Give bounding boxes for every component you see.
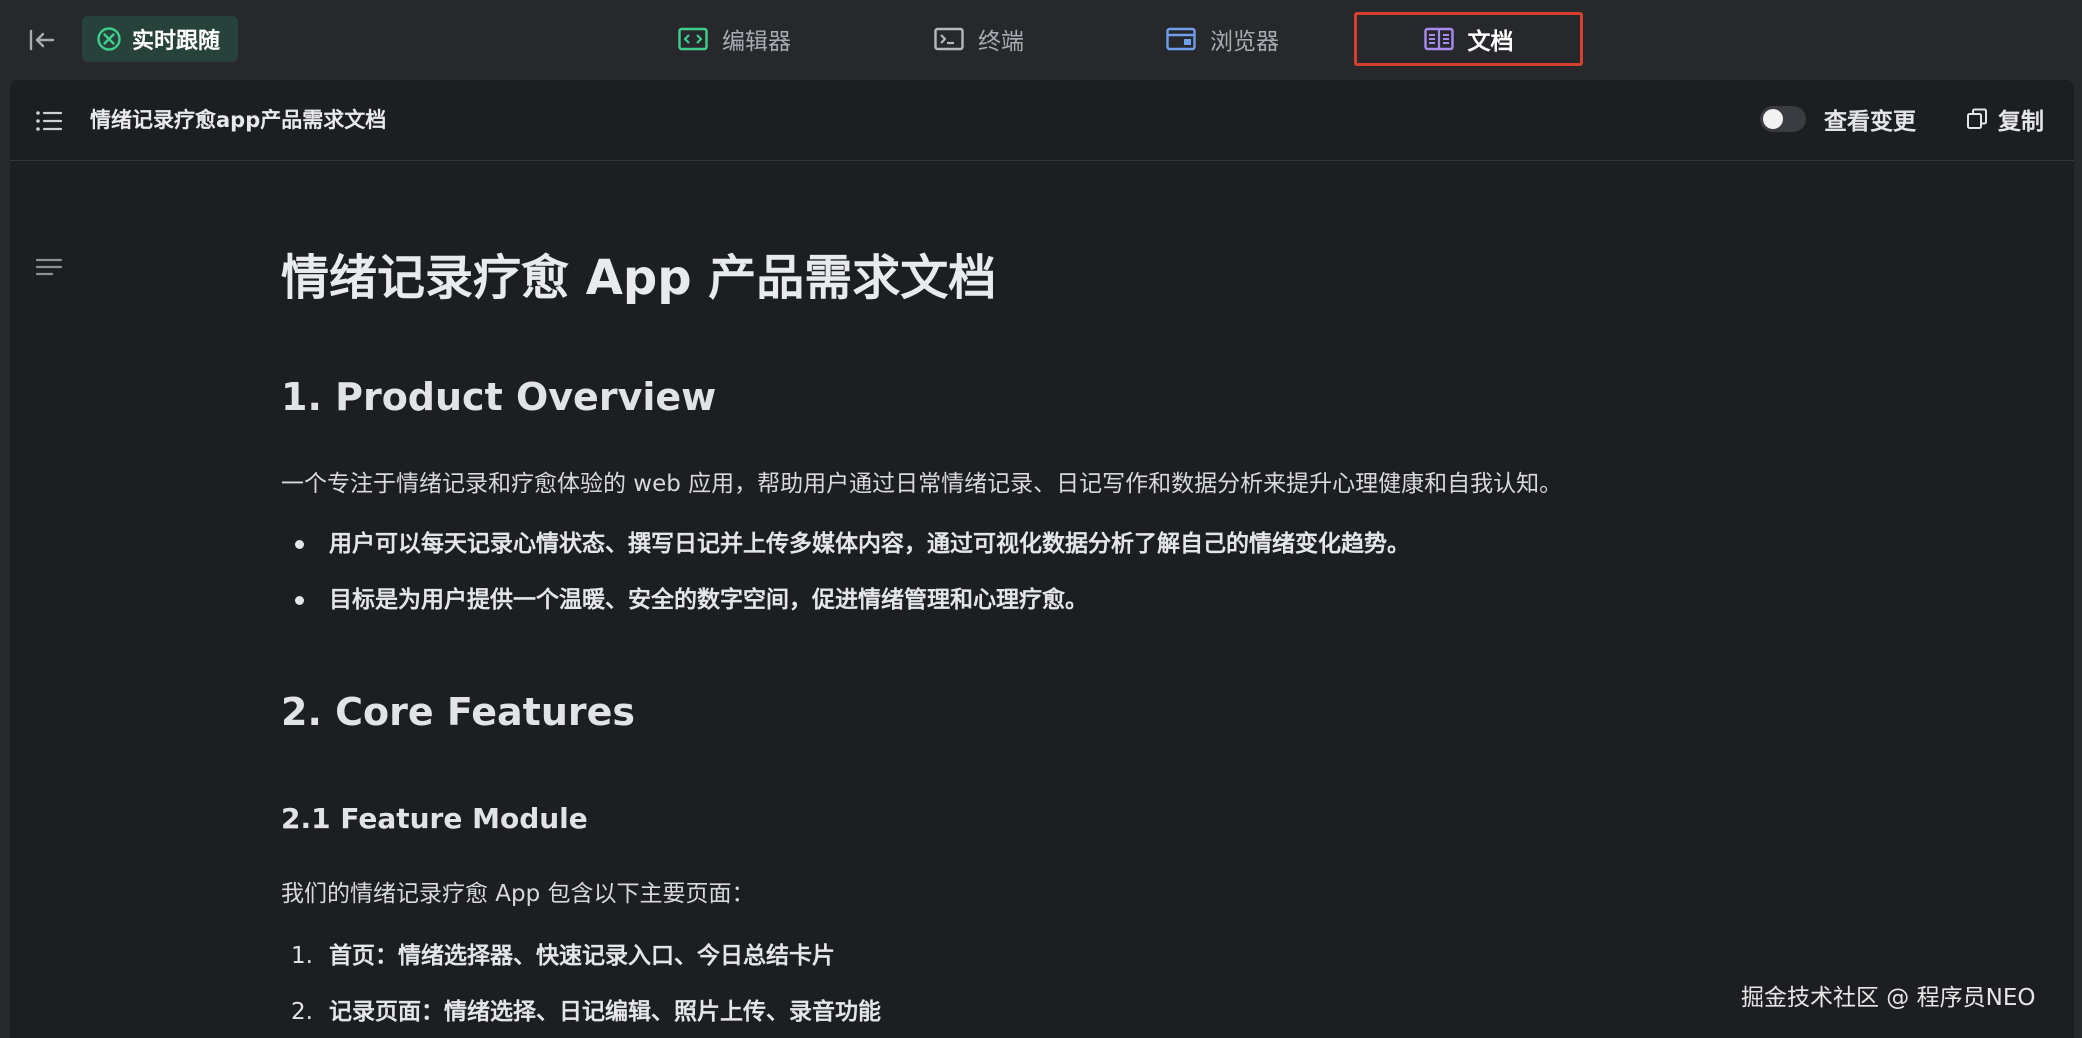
- tab-terminal-label: 终端: [978, 29, 1024, 55]
- code-icon: [678, 27, 708, 51]
- document-panel: 情绪记录疗愈app产品需求文档 查看变更 复制 情绪记录疗愈 App 产品需求文…: [10, 80, 2074, 1038]
- document-header: 情绪记录疗愈app产品需求文档 查看变更 复制: [10, 80, 2074, 161]
- section-heading-core-features: 2. Core Features: [281, 690, 636, 734]
- list-item-text: 首页：情绪选择器、快速记录入口、今日总结卡片: [329, 943, 835, 969]
- list-item: 目标是为用户提供一个温暖、安全的数字空间，促进情绪管理和心理疗愈。: [281, 582, 1410, 638]
- top-bar: 实时跟随 编辑器 终端 浏览器 文档: [0, 0, 2082, 80]
- page-list: 1. 首页：情绪选择器、快速记录入口、今日总结卡片 2. 记录页面：情绪选择、日…: [281, 938, 881, 1038]
- tab-editor-label: 编辑器: [722, 29, 791, 55]
- subsection-heading-feature-module: 2.1 Feature Module: [281, 802, 588, 835]
- toggle-knob: [1763, 109, 1783, 129]
- tab-terminal[interactable]: 终端: [934, 12, 1024, 66]
- terminal-icon: [934, 27, 964, 51]
- copy-button[interactable]: 复制: [1966, 102, 2044, 136]
- overview-bullets: 用户可以每天记录心情状态、撰写日记并上传多媒体内容，通过可视化数据分析了解自己的…: [281, 526, 1410, 638]
- tab-docs[interactable]: 文档: [1354, 12, 1583, 66]
- feature-module-paragraph: 我们的情绪记录疗愈 App 包含以下主要页面：: [281, 881, 755, 907]
- live-follow-icon: [97, 27, 121, 51]
- browser-icon: [1166, 27, 1196, 51]
- live-follow-label: 实时跟随: [132, 29, 221, 54]
- document-title: 情绪记录疗愈app产品需求文档: [90, 108, 387, 132]
- section-heading-overview: 1. Product Overview: [281, 375, 717, 419]
- document-icon: [1423, 27, 1454, 51]
- watermark: 掘金技术社区 @ 程序员NEO: [1741, 985, 2036, 1011]
- overview-paragraph: 一个专注于情绪记录和疗愈体验的 web 应用，帮助用户通过日常情绪记录、日记写作…: [281, 471, 1563, 497]
- tab-browser[interactable]: 浏览器: [1166, 12, 1279, 66]
- list-item-text: 记录页面：情绪选择、日记编辑、照片上传、录音功能: [329, 999, 881, 1025]
- collapse-sidebar-button[interactable]: [22, 22, 62, 58]
- tab-docs-label: 文档: [1467, 29, 1514, 55]
- collapse-left-icon: [29, 29, 55, 51]
- view-changes-label: 查看变更: [1824, 109, 1916, 135]
- list-number: 2.: [291, 999, 313, 1025]
- list-item: 用户可以每天记录心情状态、撰写日记并上传多媒体内容，通过可视化数据分析了解自己的…: [281, 526, 1410, 582]
- live-follow-button[interactable]: 实时跟随: [82, 16, 239, 62]
- toggle-switch[interactable]: [1760, 106, 1806, 132]
- view-changes-toggle[interactable]: 查看变更: [1760, 102, 1916, 136]
- outline-icon[interactable]: [34, 252, 64, 282]
- copy-icon: [1967, 108, 1987, 129]
- list-icon[interactable]: [34, 106, 64, 136]
- document-heading: 情绪记录疗愈 App 产品需求文档: [281, 250, 997, 306]
- list-number: 1.: [291, 943, 313, 969]
- tab-browser-label: 浏览器: [1210, 29, 1279, 55]
- list-item: 2. 记录页面：情绪选择、日记编辑、照片上传、录音功能: [281, 994, 881, 1038]
- tab-editor[interactable]: 编辑器: [678, 12, 791, 66]
- list-item: 1. 首页：情绪选择器、快速记录入口、今日总结卡片: [281, 938, 881, 994]
- copy-label: 复制: [1998, 109, 2044, 135]
